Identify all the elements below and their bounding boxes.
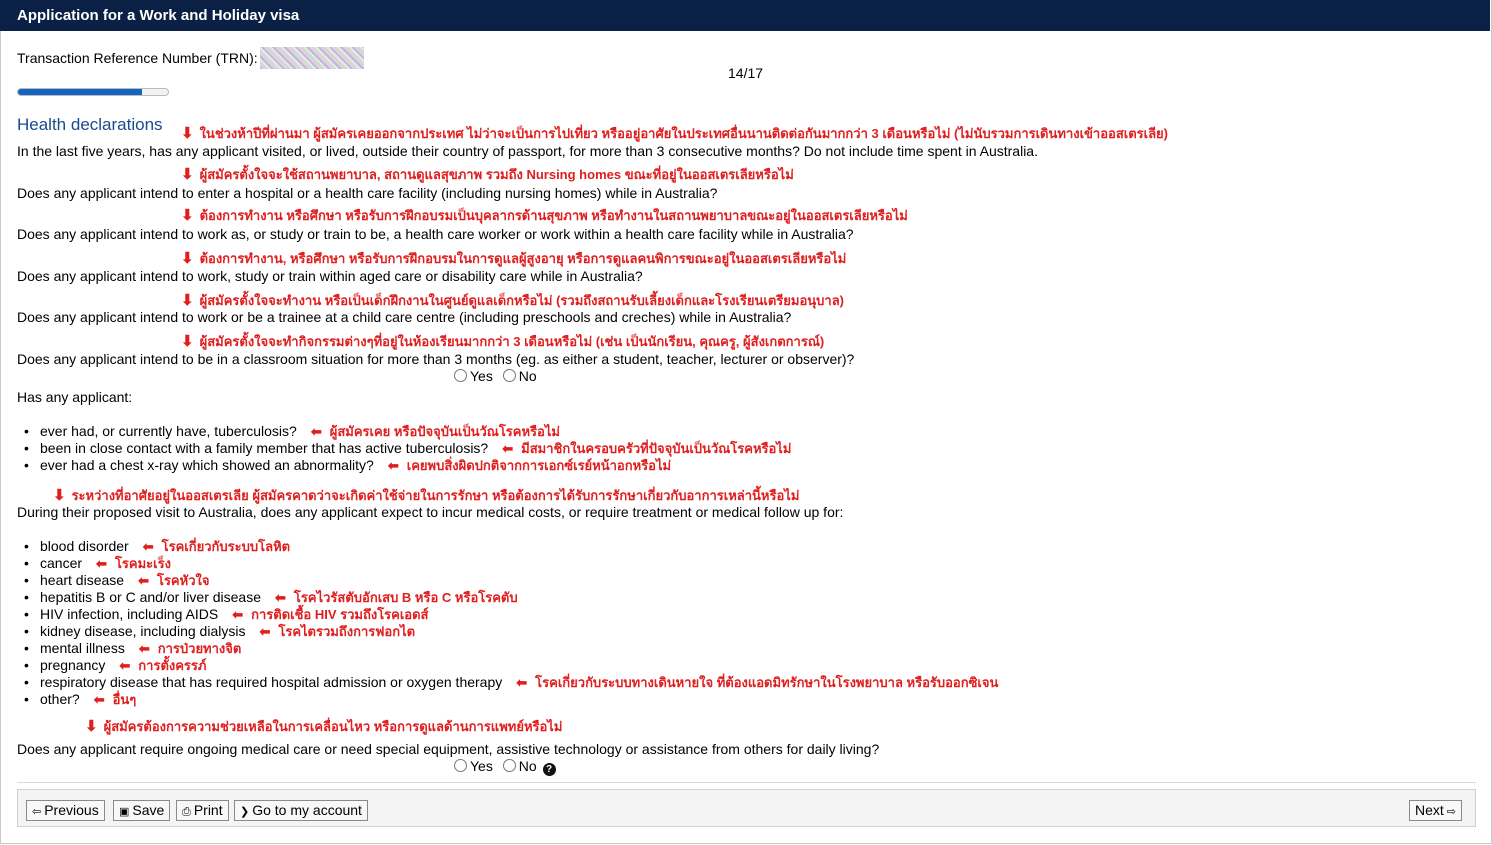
chevron-right-icon: ❯ xyxy=(240,806,250,818)
list-item: kidney disease, including dialysis⬅โรคไต… xyxy=(20,623,998,640)
previous-icon: ⇦ xyxy=(32,806,42,818)
floppy-disk-icon: ▣ xyxy=(119,806,130,818)
down-arrow-icon: ⬇ xyxy=(181,333,194,350)
radio-yes-label: Yes xyxy=(470,758,493,774)
list-item: cancer⬅โรคมะเร็ง xyxy=(20,555,998,572)
radio-yes[interactable] xyxy=(454,369,467,382)
next-button[interactable]: Next ⇨ xyxy=(1409,800,1463,821)
list-item: been in close contact with a family memb… xyxy=(20,440,791,457)
left-arrow-icon: ⬅ xyxy=(502,441,514,456)
radio-group-q6: Yes No xyxy=(454,368,537,384)
question-ongoing-care: Does any applicant require ongoing medic… xyxy=(17,741,880,757)
tb-list: ever had, or currently have, tuberculosi… xyxy=(20,423,791,474)
help-icon[interactable]: ? xyxy=(542,763,556,776)
question-q1: In the last five years, has any applican… xyxy=(17,143,1038,159)
section-title: Health declarations xyxy=(17,115,163,134)
previous-button[interactable]: ⇦ Previous xyxy=(26,800,105,821)
down-arrow-icon: ⬇ xyxy=(181,166,194,183)
radio-yes-label: Yes xyxy=(470,368,493,384)
list-item: pregnancy⬅การตั้งครรภ์ xyxy=(20,657,998,674)
annotation-q1: ⬇ ในช่วงห้าปีที่ผ่านมา ผู้สมัครเคยออกจากป… xyxy=(181,125,1168,142)
list-item: heart disease⬅โรคหัวใจ xyxy=(20,572,998,589)
down-arrow-icon: ⬇ xyxy=(85,718,98,735)
progress-bar xyxy=(17,88,169,96)
left-arrow-icon: ⬅ xyxy=(387,458,399,473)
list-item: ever had a chest x-ray which showed an a… xyxy=(20,457,791,474)
save-button[interactable]: ▣ Save xyxy=(113,800,171,821)
print-button[interactable]: ⎙ Print xyxy=(176,800,229,821)
printer-icon: ⎙ xyxy=(182,806,191,818)
left-arrow-icon: ⬅ xyxy=(93,692,105,707)
radio-no[interactable] xyxy=(502,369,516,382)
radio-no[interactable] xyxy=(502,759,516,772)
list-item: respiratory disease that has required ho… xyxy=(20,674,998,691)
list-item: mental illness⬅การป่วยทางจิต xyxy=(20,640,998,657)
annotation-q5: ⬇ ผู้สมัครตั้งใจจะทำงาน หรือเป็นเด็กฝึกงา… xyxy=(181,292,845,309)
annotation-q2: ⬇ ผู้สมัครตั้งใจจะใช้สถานพยาบาล, สถานดูแล… xyxy=(181,166,794,183)
left-arrow-icon: ⬅ xyxy=(142,539,154,554)
annotation-q3: ⬇ ต้องการทำงาน หรือศึกษา หรือรับการฝึกอบร… xyxy=(181,207,908,224)
footer-toolbar: ⇦ Previous ▣ Save ⎙ Print ❯ Go to my account… xyxy=(17,789,1476,827)
next-icon: ⇨ xyxy=(1446,806,1457,818)
annotation-medical-costs: ⬇ ระหว่างที่อาศัยอยู่ในออสเตรเลีย ผู้สมัค… xyxy=(53,487,800,504)
question-q4: Does any applicant intend to work, study… xyxy=(17,268,643,284)
list-item: blood disorder⬅โรคเกี่ยวกับระบบโลหิต xyxy=(20,538,998,555)
left-arrow-icon: ⬅ xyxy=(275,590,286,605)
trn-redacted-value xyxy=(259,47,364,69)
progress-fill xyxy=(18,89,142,95)
go-to-account-button[interactable]: ❯ Go to my account xyxy=(234,800,368,821)
radio-group-ongoing-care: Yes No ? xyxy=(454,758,556,776)
left-arrow-icon: ⬅ xyxy=(138,641,150,656)
left-arrow-icon: ⬅ xyxy=(232,607,244,622)
question-q6: Does any applicant intend to be in a cla… xyxy=(17,351,855,367)
question-q3: Does any applicant intend to work as, or… xyxy=(17,226,854,242)
left-arrow-icon: ⬅ xyxy=(119,658,131,673)
conditions-list: blood disorder⬅โรคเกี่ยวกับระบบโลหิต can… xyxy=(20,538,998,708)
left-arrow-icon: ⬅ xyxy=(516,675,528,690)
down-arrow-icon: ⬇ xyxy=(181,207,194,224)
radio-no-label: No xyxy=(518,758,537,774)
annotation-q4: ⬇ ต้องการทำงาน, หรือศึกษา หรือรับการฝึกอบ… xyxy=(181,250,847,267)
down-arrow-icon: ⬇ xyxy=(181,292,194,309)
list-item: hepatitis B or C and/or liver disease⬅โร… xyxy=(20,589,998,606)
left-arrow-icon: ⬅ xyxy=(138,573,149,588)
down-arrow-icon: ⬇ xyxy=(181,250,194,267)
trn-row: Transaction Reference Number (TRN): xyxy=(17,47,364,69)
left-arrow-icon: ⬅ xyxy=(310,424,322,439)
list-item: other?⬅อื่นๆ xyxy=(20,691,998,708)
has-any-applicant-label: Has any applicant: xyxy=(17,389,133,405)
left-arrow-icon: ⬅ xyxy=(96,556,107,571)
progress-label: 14/17 xyxy=(728,65,764,81)
down-arrow-icon: ⬇ xyxy=(53,487,66,504)
trn-label: Transaction Reference Number (TRN): xyxy=(17,50,258,66)
divider xyxy=(17,782,1476,783)
down-arrow-icon: ⬇ xyxy=(181,125,194,142)
left-arrow-icon: ⬅ xyxy=(259,624,271,639)
question-q2: Does any applicant intend to enter a hos… xyxy=(17,185,718,201)
list-item: HIV infection, including AIDS⬅การติดเชื้… xyxy=(20,606,998,623)
radio-yes[interactable] xyxy=(454,759,467,772)
annotation-ongoing-care: ⬇ ผู้สมัครต้องการความช่วยเหลือในการเคลื่อ… xyxy=(85,718,563,735)
list-item: ever had, or currently have, tuberculosi… xyxy=(20,423,791,440)
page-title: Application for a Work and Holiday visa xyxy=(0,0,1490,31)
question-q5: Does any applicant intend to work or be … xyxy=(17,309,792,325)
question-medical-costs: During their proposed visit to Australia… xyxy=(17,504,844,520)
annotation-q6: ⬇ ผู้สมัครตั้งใจจะทำกิจกรรมต่างๆที่อยู่ใน… xyxy=(181,333,825,350)
radio-no-label: No xyxy=(518,368,537,384)
